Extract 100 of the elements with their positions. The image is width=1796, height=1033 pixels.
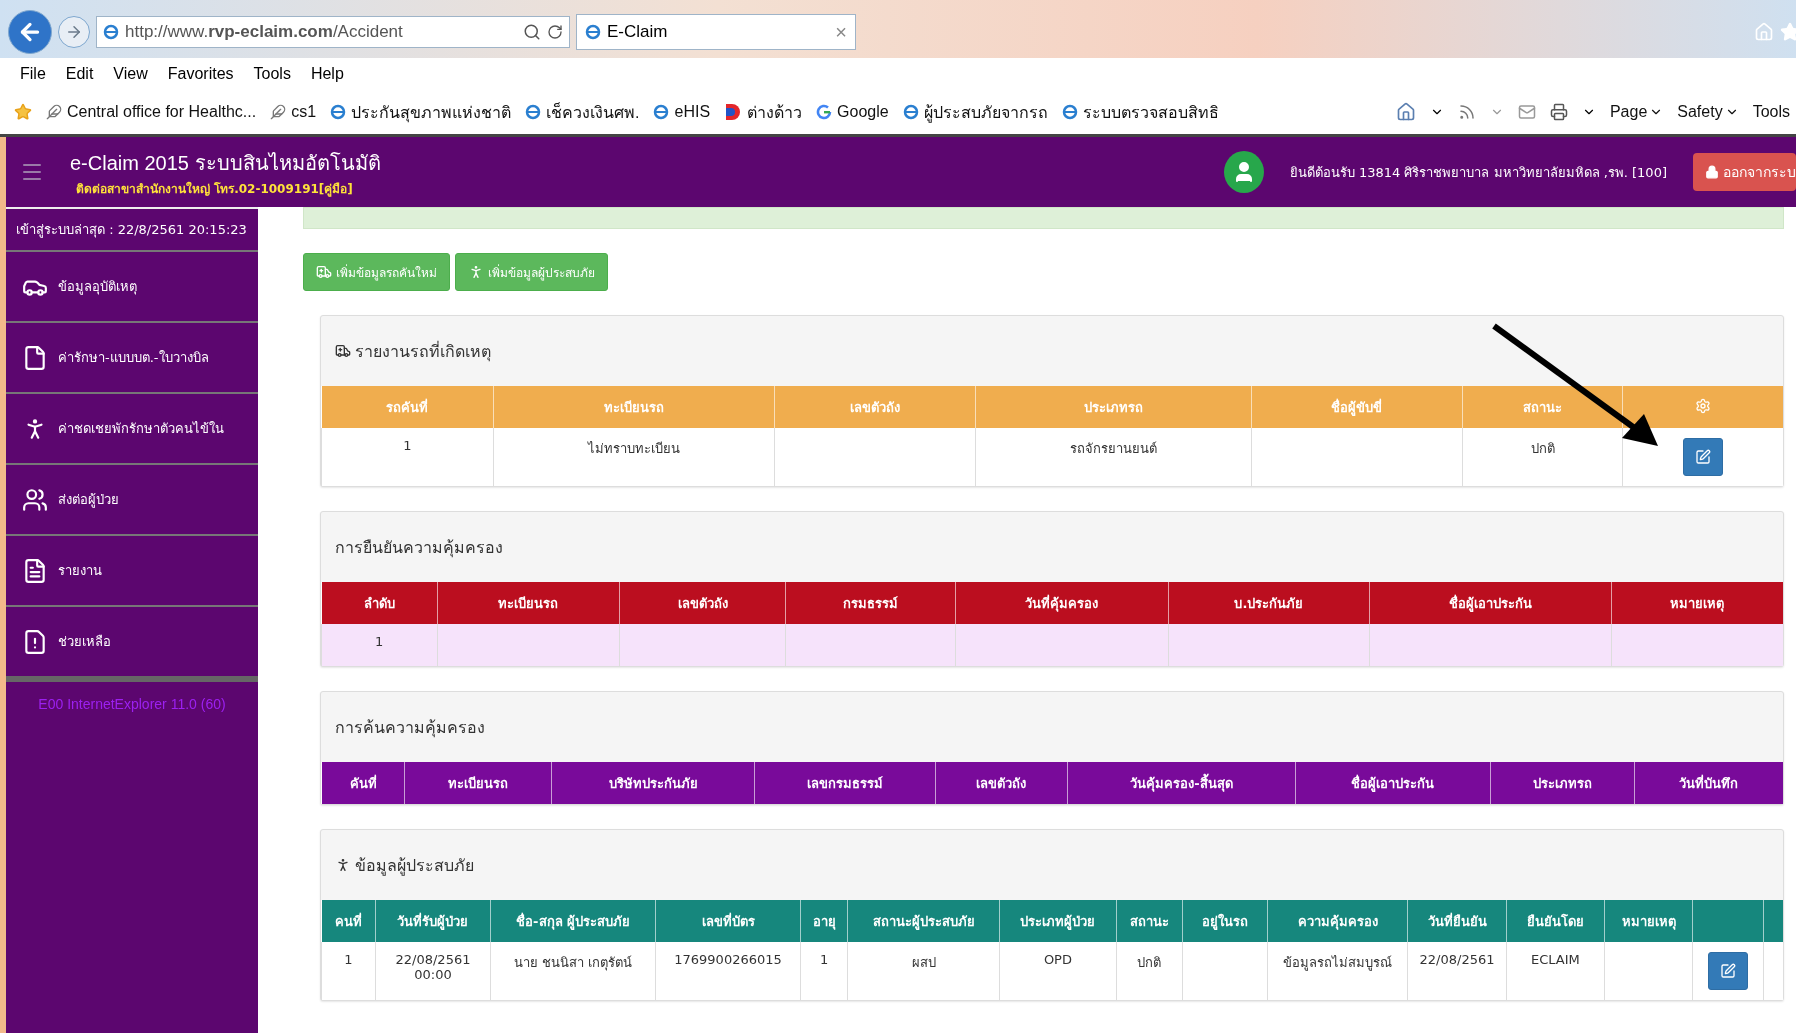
logo-icon — [724, 103, 743, 121]
refresh-icon[interactable] — [547, 24, 563, 40]
column-header: เลขที่บัตร — [655, 900, 801, 942]
column-header: คันที่ — [321, 762, 405, 804]
table-cell: 1 — [344, 952, 353, 967]
column-header: ยืนยันโดย — [1506, 900, 1605, 942]
column-header: ทะเบียนรถ — [493, 386, 775, 428]
column-header: ชื่อผู้ขับขี่ — [1251, 386, 1463, 428]
edit-button[interactable] — [1708, 952, 1748, 990]
favorite-link[interactable]: Google — [816, 103, 889, 121]
menu-item[interactable]: Edit — [65, 65, 94, 83]
ambulance-icon — [316, 264, 332, 280]
feather-icon — [46, 104, 62, 120]
logo-icon — [816, 104, 833, 120]
favorite-link[interactable]: ผู้ประสบภัยจากรถ — [902, 99, 1048, 125]
sidebar-item[interactable]: รายงาน — [6, 534, 258, 605]
table-cell: ปกติ — [1137, 955, 1162, 970]
avatar-icon — [1223, 151, 1264, 193]
globe-icon — [585, 23, 601, 41]
feed-icon[interactable] — [1457, 103, 1476, 121]
column-header: วันคุ้มครอง-สิ้นสุด — [1067, 762, 1296, 804]
home-icon[interactable] — [1395, 102, 1416, 122]
table-cell: ไม่ทราบทะเบียน — [587, 441, 680, 456]
globe-icon — [1061, 103, 1078, 121]
command-menu[interactable]: Tools — [1752, 103, 1790, 121]
browser-version: E00 InternetExplorer 11.0 (60) — [6, 676, 258, 726]
alert-icon — [22, 628, 48, 655]
favorite-link[interactable]: ประกันสุขภาพแห่งชาติ — [330, 99, 512, 125]
favorite-link[interactable]: ระบบตรวจสอบสิทธิ — [1061, 99, 1219, 125]
menu-item[interactable]: Help — [310, 65, 344, 83]
globe-icon — [653, 103, 670, 121]
sidebar-item[interactable]: ส่งต่อผู้ป่วย — [6, 463, 258, 534]
column-header: สถานะผู้ประสบภัย — [847, 900, 1000, 942]
browser-tab[interactable]: E-Claim × — [576, 14, 856, 50]
column-header: เลขกรมธรรม์ — [754, 762, 936, 804]
edit-button[interactable] — [1683, 438, 1724, 476]
welcome-text: ยินดีต้อนรับ 13814 ศิริราชพยาบาล มหาวิทยาลัยมหิดล ,รพ. [100] — [1289, 163, 1667, 182]
table-cell: OPD — [1043, 952, 1072, 967]
edit-icon — [1695, 449, 1712, 465]
table-cell: ECLAIM — [1530, 952, 1580, 967]
menu-item[interactable]: Tools — [253, 65, 291, 83]
favorite-link[interactable]: เช็ควงเงินศพ. — [525, 99, 640, 125]
column-header: กรมธรรม์ — [785, 582, 956, 624]
column-header: ชื่อผู้เอาประกัน — [1369, 582, 1612, 624]
table-cell: 1 — [819, 952, 829, 967]
panel-title: การค้นความคุ้มครอง — [335, 716, 485, 740]
sidebar-item[interactable]: ข้อมูลอุบัติเหตุ — [6, 250, 258, 321]
menu-item[interactable]: File — [20, 65, 46, 83]
lock-icon — [1705, 165, 1719, 179]
command-menu[interactable]: Safety — [1677, 103, 1739, 121]
menu-item[interactable]: Favorites — [167, 65, 234, 83]
settings-icon — [1695, 397, 1712, 414]
ambulance-icon — [335, 343, 351, 359]
edit-icon — [1720, 963, 1736, 979]
column-header: บ.ประกันภัย — [1168, 582, 1369, 624]
people-icon — [22, 486, 48, 513]
file-icon — [22, 344, 48, 371]
favorite-link[interactable]: Central office for Healthc... — [46, 103, 257, 121]
panel-title: รายงานรถที่เกิดเหตุ — [355, 340, 491, 364]
favorites-star-icon[interactable] — [14, 103, 32, 121]
favorite-link[interactable]: cs1 — [270, 103, 317, 121]
contact-line: ติดต่อสาขาสำนักงานใหญ่ โทร.02-1009191[คู่มือ] — [76, 180, 354, 198]
print-icon[interactable] — [1549, 103, 1568, 121]
sidebar-item[interactable]: ค่ารักษา-แบบบต.-ใบวางบิล — [6, 321, 258, 392]
column-header: ชื่อ-สกุล ผู้ประสบภัย — [490, 900, 656, 942]
sidebar-item[interactable]: ช่วยเหลือ — [6, 605, 258, 676]
menu-item[interactable]: View — [113, 65, 148, 83]
search-icon[interactable] — [523, 23, 541, 41]
forward-arrow-icon — [65, 23, 83, 41]
column-header: หมายเหตุ — [1604, 900, 1693, 942]
back-button[interactable] — [8, 10, 52, 54]
column-header: ประเภทรถ — [1490, 762, 1635, 804]
app-title: e-Claim 2015 ระบบสินไหมอัตโนมัติ — [70, 150, 381, 176]
favorite-link[interactable]: ต่างด้าว — [724, 99, 803, 125]
column-header: สถานะ — [1462, 386, 1623, 428]
table-cell: รถจักรยานยนต์ — [1069, 441, 1157, 456]
column-header: คนที่ — [321, 900, 376, 942]
sidebar-item[interactable]: ค่าชดเชยพักรักษาตัวคนไข้ใน — [6, 392, 258, 463]
star-icon[interactable] — [1780, 22, 1796, 42]
mail-icon[interactable] — [1517, 103, 1536, 121]
table-cell: ผสป — [911, 955, 936, 970]
column-header: วันที่ยืนยัน — [1407, 900, 1507, 942]
column-header: ทะเบียนรถ — [437, 582, 620, 624]
address-bar[interactable]: http://www.rvp-eclaim.com/Accident — [96, 16, 570, 48]
forward-button[interactable] — [58, 16, 90, 48]
column-header: เลขตัวถัง — [935, 762, 1068, 804]
column-header: อยู่ในรถ — [1182, 900, 1268, 942]
column-header: วันที่บันทึก — [1634, 762, 1783, 804]
table-cell: 1 — [403, 438, 412, 453]
command-menu[interactable]: Page — [1609, 103, 1664, 121]
feather-icon — [270, 104, 287, 120]
document-icon — [22, 557, 48, 584]
logout-button[interactable]: ออกจากระบ — [1693, 153, 1796, 191]
close-tab-icon[interactable]: × — [835, 20, 847, 44]
globe-icon — [525, 103, 542, 121]
last-login: เข้าสู่ระบบล่าสุด : 22/8/2561 20:15:23 — [6, 207, 258, 250]
person-icon — [468, 264, 484, 280]
table-cell: ข้อมูลรถไม่สมบูรณ์ — [1283, 955, 1392, 970]
column-header: ประเภทผู้ป่วย — [999, 900, 1117, 942]
favorite-link[interactable]: eHIS — [653, 103, 711, 121]
